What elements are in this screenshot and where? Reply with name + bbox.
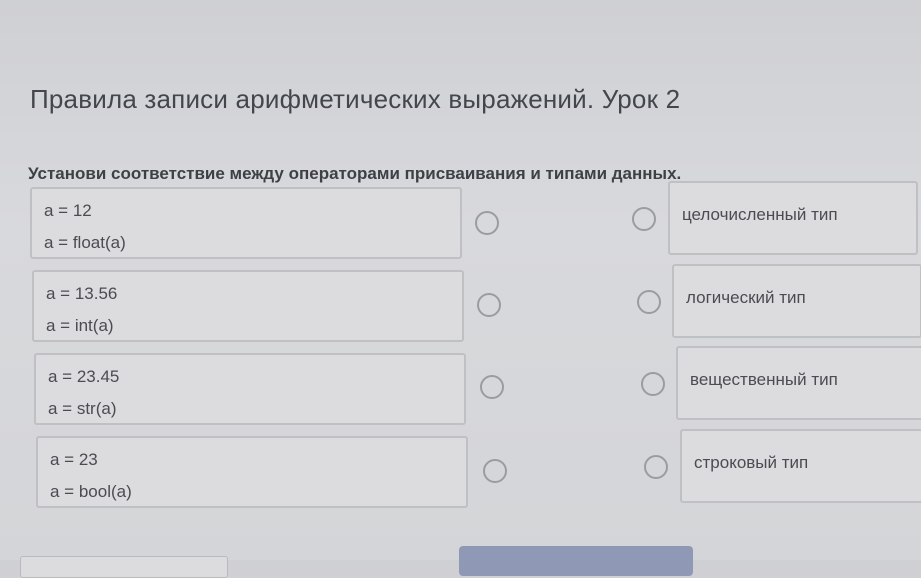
right-item-3[interactable]: вещественный тип	[676, 346, 921, 420]
left-item-line: a = float(a)	[44, 233, 126, 252]
right-connector-radio[interactable]	[632, 207, 656, 231]
left-item-line: a = str(a)	[48, 399, 117, 418]
lesson-title: Правила записи арифметических выражений.…	[30, 84, 681, 114]
right-item-label: логический тип	[686, 288, 806, 307]
right-item-label: целочисленный тип	[682, 205, 838, 224]
left-item-line: a = bool(a)	[50, 482, 132, 501]
primary-button[interactable]	[459, 546, 693, 576]
right-connector-radio[interactable]	[641, 372, 665, 396]
right-item-2[interactable]: логический тип	[672, 264, 921, 338]
right-item-label: строковый тип	[694, 453, 809, 472]
left-item-4[interactable]: a = 23 a = bool(a)	[36, 436, 468, 508]
left-item-line: a = 23.45	[48, 367, 120, 386]
left-item-1[interactable]: a = 12 a = float(a)	[30, 187, 462, 259]
left-connector-radio[interactable]	[477, 293, 501, 317]
right-connector-radio[interactable]	[637, 290, 661, 314]
question-instruction: Установи соответствие между операторами …	[28, 164, 682, 183]
secondary-button[interactable]	[20, 556, 228, 578]
right-item-4[interactable]: строковый тип	[680, 429, 921, 503]
left-item-line: a = int(a)	[46, 316, 114, 335]
right-connector-radio[interactable]	[644, 455, 668, 479]
left-connector-radio[interactable]	[483, 459, 507, 483]
left-connector-radio[interactable]	[475, 211, 499, 235]
left-item-3[interactable]: a = 23.45 a = str(a)	[34, 353, 466, 425]
left-item-line: a = 23	[50, 450, 98, 469]
left-item-2[interactable]: a = 13.56 a = int(a)	[32, 270, 464, 342]
left-item-line: a = 12	[44, 201, 92, 220]
right-item-label: вещественный тип	[690, 370, 838, 389]
right-item-1[interactable]: целочисленный тип	[668, 181, 918, 255]
left-connector-radio[interactable]	[480, 375, 504, 399]
left-item-line: a = 13.56	[46, 284, 118, 303]
